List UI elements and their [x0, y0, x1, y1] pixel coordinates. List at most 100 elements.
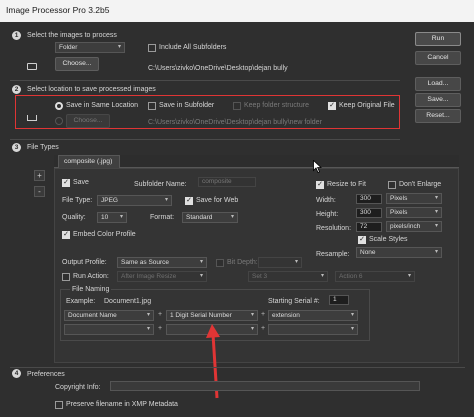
action-name-value: Action 6 — [339, 273, 363, 280]
output-profile-select[interactable]: Same as Source ▾ — [117, 257, 207, 268]
save-in-subfolder-checkbox[interactable] — [148, 102, 156, 110]
keep-original-file-checkbox[interactable]: ✓ — [328, 102, 336, 110]
save-checkbox[interactable]: ✓ — [62, 179, 70, 187]
section-3-label: File Types — [27, 144, 59, 151]
resample-value: None — [360, 249, 376, 256]
destination-path: C:\Users\zivko\OneDrive\Desktop\dejan bu… — [148, 119, 322, 126]
format-value: Standard — [186, 214, 213, 221]
naming-field-2[interactable]: 1 Digit Serial Number ▾ — [166, 310, 258, 321]
chevron-down-icon: ▾ — [146, 312, 150, 318]
file-naming-label: File Naming — [70, 286, 112, 293]
plus-sign: + — [158, 311, 163, 318]
resolution-label: Resolution: — [316, 225, 352, 232]
scale-styles-label: Scale Styles — [369, 236, 408, 243]
save-in-subfolder-label: Save in Subfolder — [159, 102, 215, 109]
chevron-down-icon: ▾ — [434, 209, 438, 215]
chevron-down-icon: ▾ — [146, 326, 150, 332]
plus-sign: + — [261, 325, 266, 332]
copyright-input[interactable] — [110, 381, 420, 391]
quality-select[interactable]: 10 ▾ — [97, 212, 127, 223]
subfolder-name-input[interactable]: composite — [198, 177, 256, 187]
file-type-value: JPEG — [101, 197, 118, 204]
dont-enlarge-checkbox[interactable] — [388, 181, 396, 189]
remove-icon[interactable]: - — [34, 186, 45, 197]
window-title: Image Processor Pro 3.2b5 — [6, 5, 110, 15]
run-action-checkbox[interactable] — [62, 273, 70, 281]
preserve-filename-checkbox[interactable] — [55, 401, 63, 409]
naming-field-6[interactable]: ▾ — [268, 324, 358, 335]
naming-field-1-value: Document Name — [68, 312, 117, 319]
reset-button[interactable]: Reset... — [415, 109, 461, 123]
save-for-web-checkbox[interactable]: ✓ — [185, 197, 193, 205]
output-profile-label: Output Profile: — [62, 259, 107, 266]
resolution-unit-select[interactable]: pixels/inch ▾ — [386, 221, 442, 232]
action-name-select[interactable]: Action 6 ▾ — [335, 271, 415, 282]
source-select[interactable]: Folder ▾ — [55, 42, 125, 53]
action-set-select[interactable]: Set 3 ▾ — [248, 271, 328, 282]
include-subfolders-checkbox[interactable] — [148, 44, 156, 52]
chevron-down-icon: ▾ — [199, 259, 203, 265]
width-unit-value: Pixels — [390, 195, 408, 202]
scale-styles-checkbox[interactable]: ✓ — [358, 236, 366, 244]
embed-color-profile-label: Embed Color Profile — [73, 231, 136, 238]
quality-value: 10 — [101, 214, 109, 221]
section-1-label: Select the images to process — [27, 32, 117, 39]
height-input[interactable]: 300 — [356, 208, 382, 218]
width-label: Width: — [316, 197, 336, 204]
bit-depth-checkbox[interactable] — [216, 259, 224, 267]
folder-icon — [27, 63, 37, 70]
starting-serial-input[interactable]: 1 — [329, 295, 349, 305]
keep-folder-structure-checkbox[interactable] — [233, 102, 241, 110]
width-input[interactable]: 300 — [356, 194, 382, 204]
plus-sign: + — [158, 325, 163, 332]
resolution-unit-value: pixels/inch — [390, 223, 421, 230]
chevron-down-icon: ▾ — [434, 195, 438, 201]
chevron-down-icon: ▾ — [294, 259, 298, 265]
run-action-when-value: After Image Resize — [121, 273, 177, 280]
chevron-down-icon: ▾ — [434, 249, 438, 255]
resample-label: Resample: — [316, 251, 350, 258]
format-select[interactable]: Standard ▾ — [182, 212, 238, 223]
chevron-down-icon: ▾ — [350, 312, 354, 318]
bit-depth-select[interactable]: ▾ — [258, 257, 302, 268]
action-set-value: Set 3 — [252, 273, 268, 280]
height-unit-select[interactable]: Pixels ▾ — [386, 207, 442, 218]
section-2-label: Select location to save processed images — [27, 86, 156, 93]
preserve-filename-label: Preserve filename in XMP Metadata — [66, 401, 178, 408]
choose-source-button[interactable]: Choose... — [55, 57, 99, 71]
source-select-value: Folder — [59, 44, 78, 51]
source-path: C:\Users\zivko\OneDrive\Desktop\dejan bu… — [148, 65, 288, 72]
subfolder-name-label: Subfolder Name: — [134, 181, 187, 188]
chevron-down-icon: ▾ — [350, 326, 354, 332]
resize-to-fit-checkbox[interactable]: ✓ — [316, 181, 324, 189]
run-button[interactable]: Run — [415, 32, 461, 46]
format-label: Format: — [150, 214, 175, 221]
naming-field-2-value: 1 Digit Serial Number — [170, 312, 232, 319]
save-same-location-radio[interactable] — [55, 102, 63, 110]
width-unit-select[interactable]: Pixels ▾ — [386, 193, 442, 204]
naming-field-4[interactable]: ▾ — [64, 324, 154, 335]
naming-field-1[interactable]: Document Name ▾ — [64, 310, 154, 321]
choose-destination-button[interactable]: Choose... — [66, 114, 110, 128]
tab-composite[interactable]: composite (.jpg) — [58, 155, 120, 168]
resolution-input[interactable]: 72 — [356, 222, 382, 232]
cancel-button[interactable]: Cancel — [415, 51, 461, 65]
save-other-location-radio[interactable] — [55, 117, 63, 125]
file-type-select[interactable]: JPEG ▾ — [97, 195, 172, 206]
section-3-number: 3 — [12, 143, 21, 152]
bit-depth-label: Bit Depth: — [227, 259, 258, 266]
chevron-down-icon: ▾ — [119, 214, 123, 220]
naming-field-3-value: extension — [272, 312, 300, 319]
run-action-when-select[interactable]: After Image Resize ▾ — [117, 271, 207, 282]
load-button[interactable]: Load... — [415, 77, 461, 91]
copyright-label: Copyright Info: — [55, 384, 101, 391]
resample-select[interactable]: None ▾ — [356, 247, 442, 258]
divider — [10, 367, 465, 368]
chevron-down-icon: ▾ — [117, 44, 121, 50]
embed-color-profile-checkbox[interactable]: ✓ — [62, 231, 70, 239]
add-icon[interactable]: + — [34, 170, 45, 181]
naming-field-3[interactable]: extension ▾ — [268, 310, 358, 321]
chevron-down-icon: ▾ — [164, 197, 168, 203]
starting-serial-label: Starting Serial #: — [268, 298, 320, 305]
save-settings-button[interactable]: Save... — [415, 93, 461, 107]
